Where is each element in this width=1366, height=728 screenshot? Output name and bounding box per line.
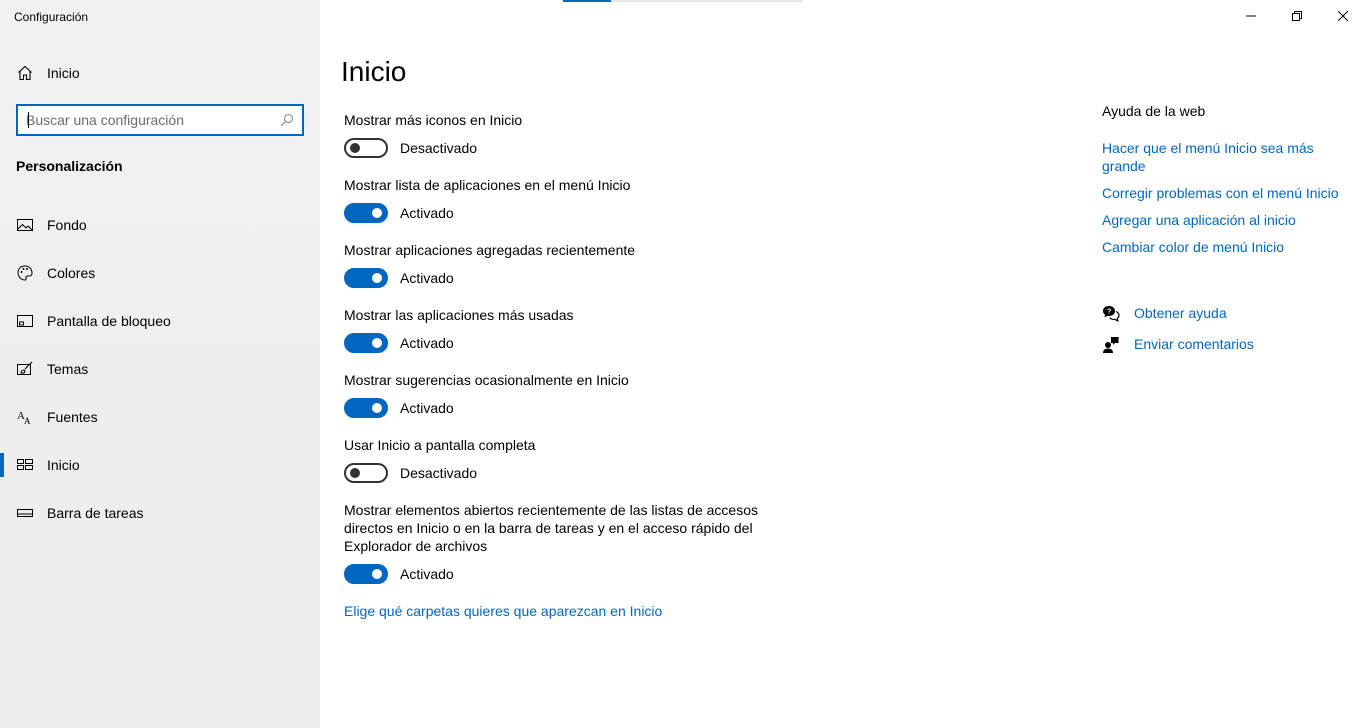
setting-title: Mostrar aplicaciones agregadas recientem…: [344, 242, 636, 258]
palette-icon: [17, 265, 33, 281]
help-link[interactable]: Agregar una aplicación al inicio: [1102, 211, 1352, 229]
setting-title: Mostrar lista de aplicaciones en el menú…: [344, 177, 631, 193]
font-icon: A A: [17, 410, 31, 425]
search-input[interactable]: [26, 110, 276, 130]
nav-home[interactable]: Inicio: [0, 56, 320, 90]
close-button[interactable]: [1320, 0, 1366, 32]
sidebar-item-fondo[interactable]: Fondo: [0, 201, 320, 249]
toggle-recently-added[interactable]: Activado: [344, 268, 454, 288]
toggle-switch[interactable]: [344, 564, 388, 584]
setting-more-icons: Mostrar más iconos en Inicio Desactivado: [344, 111, 764, 158]
app-title: Configuración: [14, 10, 89, 24]
sidebar-item-temas[interactable]: Temas: [0, 345, 320, 393]
close-icon: [1338, 11, 1348, 21]
sidebar-item-label: Fondo: [47, 217, 87, 233]
sidebar-item-colores[interactable]: Colores: [0, 249, 320, 297]
toggle-state-label: Activado: [400, 400, 454, 416]
text-caret: [28, 112, 29, 128]
toggle-app-list[interactable]: Activado: [344, 203, 454, 223]
sidebar-item-barra-de-tareas[interactable]: Barra de tareas: [0, 489, 320, 537]
brush-icon: [17, 361, 33, 375]
get-help-link[interactable]: Obtener ayuda: [1134, 305, 1227, 321]
setting-most-used: Mostrar las aplicaciones más usadas Acti…: [344, 306, 764, 353]
setting-app-list: Mostrar lista de aplicaciones en el menú…: [344, 176, 764, 223]
sidebar-item-label: Temas: [47, 361, 89, 377]
setting-title: Mostrar las aplicaciones más usadas: [344, 307, 574, 323]
setting-recently-added: Mostrar aplicaciones agregadas recientem…: [344, 241, 764, 288]
start-layout-icon: [17, 459, 33, 470]
toggle-state-label: Desactivado: [400, 140, 478, 156]
nav-home-label: Inicio: [47, 65, 80, 81]
sidebar-item-label: Inicio: [47, 457, 80, 473]
taskbar-icon: [17, 509, 33, 517]
page-title: Inicio: [341, 56, 407, 87]
help-chat-icon: ?: [1103, 306, 1120, 323]
help-heading: Ayuda de la web: [1102, 103, 1206, 119]
progress-indicator: [563, 0, 611, 2]
toggle-full-screen[interactable]: Desactivado: [344, 463, 477, 483]
search-icon[interactable]: [280, 113, 294, 127]
send-feedback-action[interactable]: Enviar comentarios: [1102, 336, 1352, 367]
sidebar: Configuración Inicio Personalización Fon…: [0, 0, 320, 728]
toggle-switch[interactable]: [344, 268, 388, 288]
help-link[interactable]: Hacer que el menú Inicio sea más grande: [1102, 139, 1352, 175]
toggle-state-label: Activado: [400, 270, 454, 286]
sidebar-item-fuentes[interactable]: A A Fuentes: [0, 393, 320, 441]
toggle-switch[interactable]: [344, 398, 388, 418]
toggle-state-label: Activado: [400, 335, 454, 351]
svg-text:?: ?: [1107, 309, 1111, 316]
toggle-more-icons[interactable]: Desactivado: [344, 138, 477, 158]
sidebar-item-label: Pantalla de bloqueo: [47, 313, 171, 329]
toggle-recent-items[interactable]: Activado: [344, 564, 454, 584]
setting-recent-items: Mostrar elementos abiertos recientemente…: [344, 501, 764, 584]
minimize-icon: [1246, 15, 1256, 17]
help-link[interactable]: Corregir problemas con el menú Inicio: [1102, 184, 1352, 202]
help-links: Hacer que el menú Inicio sea más grande …: [1102, 139, 1352, 265]
toggle-most-used[interactable]: Activado: [344, 333, 454, 353]
feedback-icon: [1103, 337, 1119, 353]
toggle-switch[interactable]: [344, 203, 388, 223]
search-box[interactable]: [16, 104, 304, 136]
lock-screen-icon: [17, 315, 33, 327]
send-feedback-link[interactable]: Enviar comentarios: [1134, 336, 1254, 352]
setting-title: Mostrar más iconos en Inicio: [344, 112, 523, 128]
toggle-switch[interactable]: [344, 138, 388, 158]
sidebar-item-inicio[interactable]: Inicio: [0, 441, 320, 489]
picture-icon: [17, 219, 33, 231]
section-heading: Personalización: [16, 158, 123, 174]
nav-list: Fondo Colores Pantalla de bloqueo Temas: [0, 201, 320, 537]
toggle-state-label: Desactivado: [400, 465, 478, 481]
toggle-switch[interactable]: [344, 333, 388, 353]
sidebar-item-label: Fuentes: [47, 409, 98, 425]
choose-folders-link[interactable]: Elige qué carpetas quieres que aparezcan…: [344, 603, 662, 619]
toggle-state-label: Activado: [400, 566, 454, 582]
restore-icon: [1292, 11, 1302, 21]
home-icon: [18, 65, 32, 81]
toggle-switch[interactable]: [344, 463, 388, 483]
sidebar-item-pantalla-de-bloqueo[interactable]: Pantalla de bloqueo: [0, 297, 320, 345]
setting-title: Mostrar elementos abiertos recientemente…: [344, 502, 758, 554]
setting-full-screen: Usar Inicio a pantalla completa Desactiv…: [344, 436, 764, 483]
restore-button[interactable]: [1274, 0, 1320, 32]
setting-title: Mostrar sugerencias ocasionalmente en In…: [344, 372, 629, 388]
help-actions: ? Obtener ayuda Enviar comentarios: [1102, 305, 1352, 367]
setting-suggestions: Mostrar sugerencias ocasionalmente en In…: [344, 371, 764, 418]
sidebar-item-label: Colores: [47, 265, 96, 281]
selection-indicator: [0, 453, 4, 477]
setting-title: Usar Inicio a pantalla completa: [344, 437, 536, 453]
toggle-state-label: Activado: [400, 205, 454, 221]
svg-text:A: A: [24, 416, 31, 425]
help-link[interactable]: Cambiar color de menú Inicio: [1102, 238, 1352, 256]
toggle-suggestions[interactable]: Activado: [344, 398, 454, 418]
get-help-action[interactable]: ? Obtener ayuda: [1102, 305, 1352, 336]
minimize-button[interactable]: [1228, 0, 1274, 32]
sidebar-item-label: Barra de tareas: [47, 505, 144, 521]
